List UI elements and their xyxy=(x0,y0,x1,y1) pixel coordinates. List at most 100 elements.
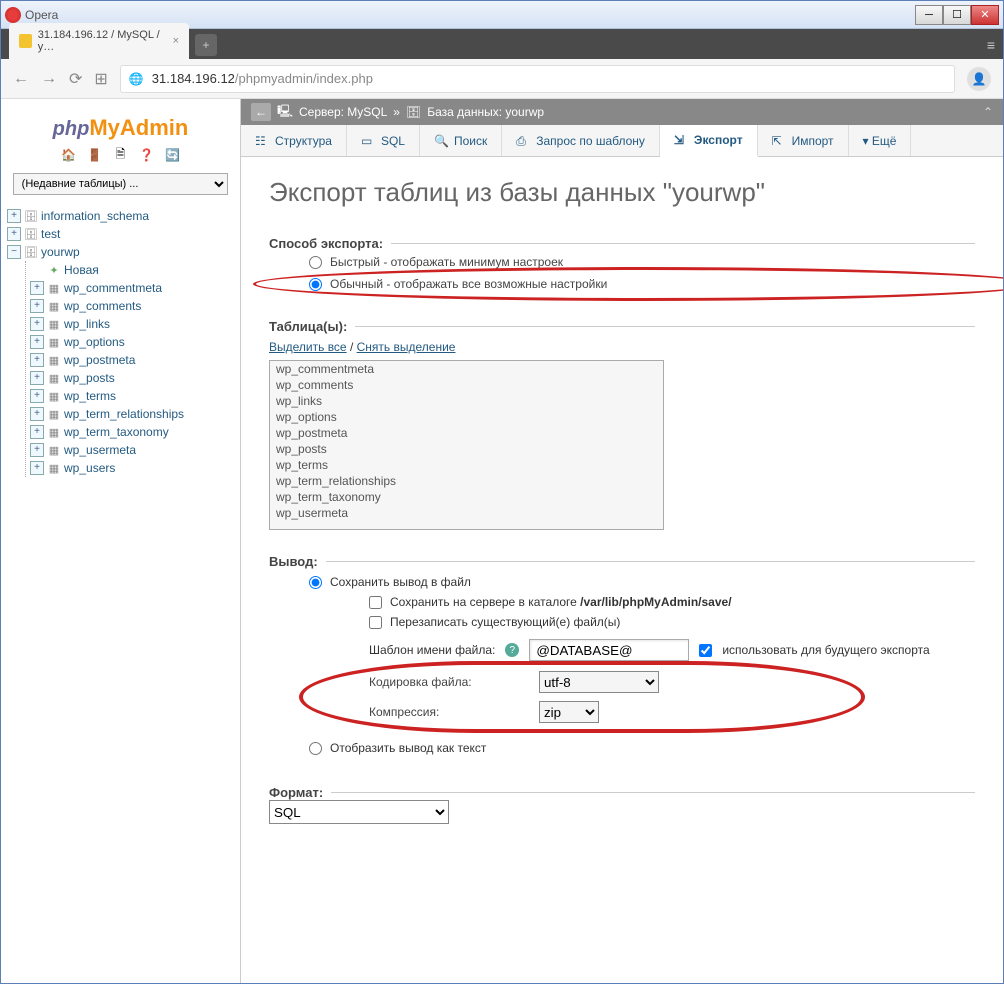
tab-close-icon[interactable]: × xyxy=(173,35,179,47)
maximize-button[interactable]: ☐ xyxy=(943,5,971,25)
tree-expand-icon[interactable]: + xyxy=(30,317,44,331)
new-table-link[interactable]: Новая xyxy=(64,263,99,277)
globe-icon: 🌐 xyxy=(129,72,144,86)
tab-sql[interactable]: ▭SQL xyxy=(347,125,420,156)
tree-expand-icon[interactable]: + xyxy=(30,443,44,457)
tab-ещё[interactable]: ▾ Ещё xyxy=(849,125,912,156)
table-option[interactable]: wp_posts xyxy=(270,441,663,457)
db-link-test[interactable]: test xyxy=(41,227,60,241)
table-option[interactable]: wp_usermeta xyxy=(270,505,663,521)
table-option[interactable]: wp_options xyxy=(270,409,663,425)
table-link[interactable]: wp_comments xyxy=(64,299,141,313)
docs-icon[interactable]: ❓ xyxy=(139,147,155,163)
reload-button[interactable]: ⟳ xyxy=(69,69,82,89)
table-link[interactable]: wp_term_taxonomy xyxy=(64,425,169,439)
tree-expand-icon[interactable]: + xyxy=(30,281,44,295)
table-link[interactable]: wp_usermeta xyxy=(64,443,136,457)
nav-back-icon[interactable]: ← xyxy=(251,103,271,121)
user-avatar-icon[interactable]: 👤 xyxy=(967,67,991,91)
radio-save-file[interactable] xyxy=(309,576,322,589)
tab-структура[interactable]: ☷Структура xyxy=(241,125,347,156)
pma-logo: phpMyAdmin xyxy=(7,115,234,141)
hide-panel-icon[interactable]: ⌃ xyxy=(983,105,993,119)
logout-icon[interactable]: 🚪 xyxy=(87,147,103,163)
table-link[interactable]: wp_options xyxy=(64,335,125,349)
breadcrumb-db[interactable]: База данных: yourwp xyxy=(427,105,544,119)
label-filename-template: Шаблон имени файла: xyxy=(369,643,495,657)
database-icon: 🗄 xyxy=(406,105,421,119)
tab-экспорт[interactable]: ⇲Экспорт xyxy=(660,125,758,157)
url-field[interactable]: 🌐 31.184.196.12/phpmyadmin/index.php xyxy=(120,65,955,93)
table-option[interactable]: wp_term_taxonomy xyxy=(270,489,663,505)
opera-menu-icon[interactable]: ≡ xyxy=(987,37,995,53)
select-compression[interactable]: zip xyxy=(539,701,599,723)
radio-quick[interactable] xyxy=(309,256,322,269)
back-button[interactable]: ← xyxy=(13,70,29,88)
tab-запрос по шаблону[interactable]: ⎙Запрос по шаблону xyxy=(502,125,660,156)
tree-expand-icon[interactable]: + xyxy=(30,299,44,313)
tree-expand-icon[interactable]: + xyxy=(30,407,44,421)
tree-expand-icon[interactable]: + xyxy=(30,461,44,475)
table-link[interactable]: wp_postmeta xyxy=(64,353,135,367)
search-icon: 🔍 xyxy=(434,134,448,148)
structure-icon: ☷ xyxy=(255,134,269,148)
browser-tab[interactable]: 31.184.196.12 / MySQL / y… × xyxy=(9,23,189,59)
table-option[interactable]: wp_postmeta xyxy=(270,425,663,441)
recent-tables-select[interactable]: (Недавние таблицы) ... xyxy=(13,173,229,195)
forward-button[interactable]: → xyxy=(41,70,57,88)
new-tab-button[interactable]: + xyxy=(195,34,217,56)
table-option[interactable]: wp_term_relationships xyxy=(270,473,663,489)
pma-favicon-icon xyxy=(19,34,32,48)
tree-expand-icon[interactable]: + xyxy=(30,425,44,439)
section-tables: Таблица(ы): Выделить все / Снять выделен… xyxy=(269,319,975,530)
radio-view-text[interactable] xyxy=(309,742,322,755)
table-option[interactable]: wp_terms xyxy=(270,457,663,473)
table-link[interactable]: wp_posts xyxy=(64,371,115,385)
table-icon xyxy=(46,406,62,422)
breadcrumb: ← 🖳 Сервер: MySQL » 🗄 База данных: yourw… xyxy=(241,99,1003,125)
breadcrumb-server[interactable]: Сервер: MySQL xyxy=(299,105,387,119)
checkbox-use-future[interactable] xyxy=(699,644,712,657)
home-icon[interactable]: 🏠 xyxy=(61,147,77,163)
minimize-button[interactable]: ─ xyxy=(915,5,943,25)
table-option[interactable]: wp_commentmeta xyxy=(270,361,663,377)
label-view-text: Отобразить вывод как текст xyxy=(330,741,486,755)
table-option[interactable]: wp_links xyxy=(270,393,663,409)
table-link[interactable]: wp_commentmeta xyxy=(64,281,162,295)
table-icon xyxy=(46,442,62,458)
sql-query-icon[interactable]: 🗎 xyxy=(113,147,129,163)
tree-expand-icon[interactable]: + xyxy=(7,209,21,223)
tab-импорт[interactable]: ⇱Импорт xyxy=(758,125,849,156)
link-unselect-all[interactable]: Снять выделение xyxy=(357,340,456,354)
help-icon[interactable]: ? xyxy=(505,643,519,657)
link-select-all[interactable]: Выделить все xyxy=(269,340,347,354)
reload-nav-icon[interactable]: 🔄 xyxy=(165,147,181,163)
table-option[interactable]: wp_comments xyxy=(270,377,663,393)
tree-expand-icon[interactable]: + xyxy=(30,371,44,385)
table-link[interactable]: wp_links xyxy=(64,317,110,331)
tab-поиск[interactable]: 🔍Поиск xyxy=(420,125,502,156)
tree-expand-icon[interactable]: + xyxy=(30,335,44,349)
tables-listbox[interactable]: wp_commentmetawp_commentswp_linkswp_opti… xyxy=(269,360,664,530)
tree-expand-icon[interactable]: + xyxy=(7,227,21,241)
checkbox-save-server[interactable] xyxy=(369,596,382,609)
table-link[interactable]: wp_users xyxy=(64,461,115,475)
select-encoding[interactable]: utf-8 xyxy=(539,671,659,693)
db-link-information-schema[interactable]: information_schema xyxy=(41,209,149,223)
speed-dial-icon[interactable]: ⊞ xyxy=(94,69,107,89)
tree-collapse-icon[interactable]: − xyxy=(7,245,21,259)
close-button[interactable]: ✕ xyxy=(971,5,999,25)
tree-expand-icon[interactable]: + xyxy=(30,389,44,403)
server-icon: 🖳 xyxy=(277,102,293,123)
select-format[interactable]: SQL xyxy=(269,800,449,824)
tree-expand-icon[interactable]: + xyxy=(30,353,44,367)
query-icon: ⎙ xyxy=(516,134,530,148)
table-link[interactable]: wp_terms xyxy=(64,389,116,403)
table-link[interactable]: wp_term_relationships xyxy=(64,407,184,421)
checkbox-overwrite[interactable] xyxy=(369,616,382,629)
label-use-future: использовать для будущего экспорта xyxy=(722,643,929,657)
label-encoding: Кодировка файла: xyxy=(369,675,529,689)
input-filename-template[interactable] xyxy=(529,639,689,661)
db-link-yourwp[interactable]: yourwp xyxy=(41,245,80,259)
radio-custom[interactable] xyxy=(309,278,322,291)
